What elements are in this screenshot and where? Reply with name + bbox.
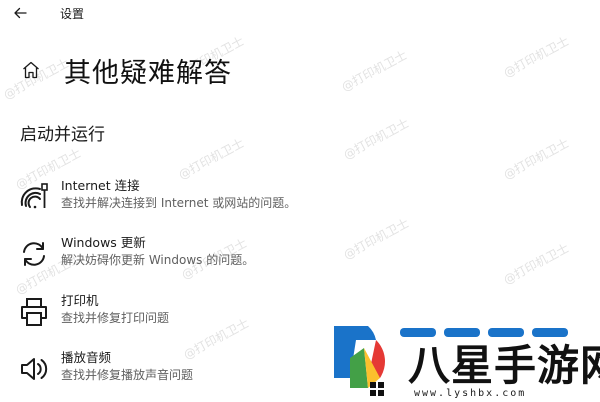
troubleshooter-printer[interactable]: 打印机 查找并修复打印问题	[16, 290, 346, 336]
watermark: @打印机卫士	[501, 135, 572, 183]
page-title: 其他疑难解答	[64, 58, 232, 89]
troubleshooter-name: 打印机	[61, 293, 99, 308]
troubleshooter-desc: 查找并解决连接到 Internet 或网站的问题。	[61, 196, 297, 210]
speaker-icon	[18, 353, 50, 385]
refresh-icon	[18, 238, 50, 270]
home-icon	[23, 61, 39, 79]
section-title: 启动并运行	[20, 125, 105, 145]
troubleshooter-desc: 查找并修复打印问题	[61, 311, 170, 325]
wifi-icon	[18, 181, 50, 213]
troubleshooter-internet[interactable]: Internet 连接 查找并解决连接到 Internet 或网站的问题。	[16, 175, 346, 221]
troubleshooter-desc: 解决妨碍你更新 Windows 的问题。	[61, 253, 255, 267]
app-title: 设置	[60, 7, 85, 21]
arrow-left-icon	[14, 7, 27, 19]
logo-url: www.lyshbx.com	[414, 388, 527, 399]
troubleshooter-audio[interactable]: 播放音频 查找并修复播放声音问题	[16, 347, 346, 393]
troubleshooter-name: Windows 更新	[61, 235, 146, 250]
page-header: 其他疑难解答	[0, 46, 600, 96]
watermark: @打印机卫士	[341, 115, 412, 163]
printer-icon	[18, 296, 50, 328]
watermark: @打印机卫士	[501, 240, 572, 288]
troubleshooter-name: Internet 连接	[61, 178, 140, 193]
watermark: @打印机卫士	[341, 215, 412, 263]
logo-text: 八星手游网	[408, 341, 600, 390]
troubleshooter-desc: 查找并修复播放声音问题	[61, 368, 194, 382]
title-bar: 设置	[0, 0, 600, 28]
troubleshooter-name: 播放音频	[61, 350, 112, 365]
troubleshooter-windows-update[interactable]: Windows 更新 解决妨碍你更新 Windows 的问题。	[16, 232, 346, 278]
site-logo: 八星手游网 www.lyshbx.com	[328, 318, 600, 402]
home-button[interactable]	[20, 59, 42, 81]
logo-mark	[334, 326, 385, 396]
back-button[interactable]	[10, 3, 32, 23]
